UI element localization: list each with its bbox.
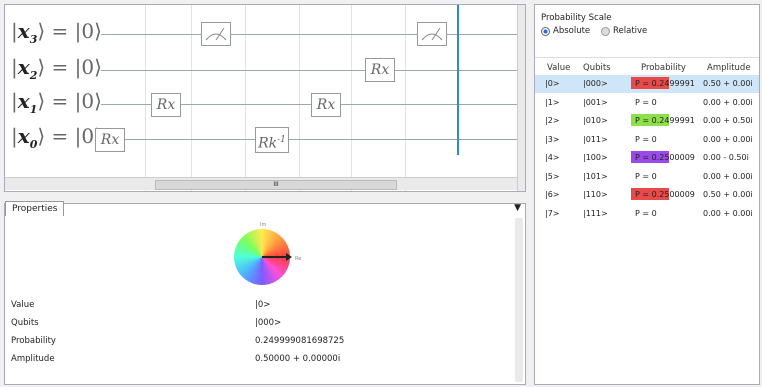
wire-label-x3: |x3⟩ = |0⟩ [11, 19, 102, 46]
state-qubits: |111> [583, 208, 608, 218]
arrow-head-icon [286, 253, 292, 261]
state-probability: P = 0.2499991 [635, 116, 695, 125]
state-qubits: |100> [583, 153, 608, 162]
vertical-scrollbar[interactable] [517, 5, 525, 191]
wheel-label-im: Im [260, 222, 267, 228]
horizontal-scrollbar[interactable]: III [5, 177, 517, 190]
col-header-value[interactable]: Value [547, 63, 570, 73]
scroll-thumb[interactable]: III [155, 180, 397, 190]
state-probability: P = 0 [635, 97, 657, 107]
table-row[interactable]: |0> |000> P = 0.2499991 0.50 + 0.00i [535, 75, 759, 93]
measure-gate[interactable] [417, 22, 447, 46]
table-row[interactable]: |2> |010> P = 0.2499991 0.00 + 0.50i [535, 112, 759, 130]
prop-value-probability: 0.249999081698725 [255, 336, 345, 346]
meter-icon [421, 27, 443, 41]
rx-gate[interactable]: Rx [151, 93, 181, 117]
state-probability: P = 0 [635, 134, 657, 144]
wire-label-x0: |x0⟩ = |0⟩ [11, 124, 102, 151]
state-probability: P = 0.2500009 [635, 153, 695, 162]
prop-label-value: Value [11, 300, 35, 310]
qubit-wire-3 [101, 34, 517, 35]
meter-icon [205, 27, 227, 41]
state-table-panel: Probability Scale Absolute Relative Valu… [534, 4, 760, 385]
state-value: |6> [545, 190, 560, 199]
rx-gate[interactable]: Rx [311, 93, 341, 117]
wire-label-x1: |x1⟩ = |0⟩ [11, 89, 102, 116]
circuit-canvas[interactable]: |x3⟩ = |0⟩ |x2⟩ = |0⟩ |x1⟩ = |0⟩ |x0⟩ = … [4, 4, 526, 192]
grid-line [245, 5, 246, 191]
table-row[interactable]: |7> |111> P = 0 0.00 + 0.00i [535, 205, 759, 223]
phase-wheel [234, 229, 292, 285]
radio-relative[interactable]: Relative [601, 26, 647, 36]
table-row[interactable]: |6> |110> P = 0.2500009 0.50 + 0.00i [535, 186, 759, 204]
state-value: |5> [545, 171, 560, 181]
state-amplitude: 0.00 - 0.50i [703, 153, 749, 162]
rx-gate[interactable]: Rx [365, 58, 395, 82]
state-probability: P = 0.2500009 [635, 190, 695, 199]
properties-panel: Properties ▼ Im Re Value |0> Qubits |000… [4, 201, 526, 385]
grid-line [405, 5, 406, 191]
state-value: |2> [545, 116, 560, 125]
state-qubits: |011> [583, 134, 608, 144]
state-amplitude: 0.00 + 0.00i [703, 134, 753, 144]
phase-arrow [262, 256, 288, 258]
state-probability: P = 0.2499991 [635, 79, 695, 88]
state-value: |4> [545, 153, 560, 162]
prop-label-qubits: Qubits [11, 318, 39, 328]
state-probability: P = 0 [635, 208, 657, 218]
pin-icon[interactable]: ▼ [514, 203, 521, 213]
state-amplitude: 0.00 + 0.50i [703, 116, 753, 125]
qubit-wire-2 [101, 70, 517, 71]
col-header-qubits[interactable]: Qubits [583, 63, 611, 73]
state-amplitude: 0.00 + 0.00i [703, 97, 753, 107]
step-cursor[interactable] [457, 5, 459, 155]
table-row[interactable]: |5> |101> P = 0 0.00 + 0.00i [535, 168, 759, 186]
state-qubits: |010> [583, 116, 608, 125]
state-value: |0> [545, 79, 560, 88]
state-value: |3> [545, 134, 560, 144]
grid-line [145, 5, 146, 191]
state-amplitude: 0.50 + 0.00i [703, 190, 753, 199]
table-row[interactable]: |1> |001> P = 0 0.00 + 0.00i [535, 94, 759, 112]
table-row[interactable]: |3> |011> P = 0 0.00 + 0.00i [535, 131, 759, 149]
tab-properties[interactable]: Properties [5, 201, 65, 216]
grid-line [191, 5, 192, 191]
state-value: |7> [545, 208, 560, 218]
radio-checked-icon [541, 26, 550, 36]
col-header-probability[interactable]: Probability [641, 63, 686, 73]
measure-gate[interactable] [201, 22, 231, 46]
state-qubits: |101> [583, 171, 608, 181]
probability-scale-group: Probability Scale Absolute Relative [541, 13, 751, 43]
wire-label-x2: |x2⟩ = |0⟩ [11, 55, 102, 82]
wheel-label-re: Re [295, 256, 302, 262]
divider [535, 57, 759, 58]
state-probability: P = 0 [635, 171, 657, 181]
vertical-scrollbar[interactable] [515, 218, 523, 382]
rk-inverse-gate[interactable]: Rk-1 [255, 127, 289, 153]
qubit-wire-0 [101, 139, 517, 140]
state-amplitude: 0.00 + 0.00i [703, 171, 753, 181]
prop-label-probability: Probability [11, 336, 56, 346]
col-header-amplitude[interactable]: Amplitude [707, 63, 751, 73]
scale-title: Probability Scale [541, 13, 612, 23]
state-amplitude: 0.50 + 0.00i [703, 79, 753, 88]
radio-unchecked-icon [601, 26, 610, 36]
rx-gate[interactable]: Rx [95, 128, 125, 152]
table-row[interactable]: |4> |100> P = 0.2500009 0.00 - 0.50i [535, 149, 759, 167]
state-qubits: |110> [583, 190, 608, 199]
state-qubits: |001> [583, 97, 608, 107]
prop-label-amplitude: Amplitude [11, 354, 55, 364]
state-value: |1> [545, 97, 560, 107]
radio-absolute[interactable]: Absolute [541, 26, 590, 36]
state-amplitude: 0.00 + 0.00i [703, 208, 753, 218]
state-qubits: |000> [583, 79, 608, 88]
grid-line [299, 5, 300, 191]
prop-value-qubits: |000> [255, 318, 282, 328]
prop-value-amplitude: 0.50000 + 0.00000i [255, 354, 341, 364]
grid-line [351, 5, 352, 191]
prop-value-value: |0> [255, 300, 271, 310]
